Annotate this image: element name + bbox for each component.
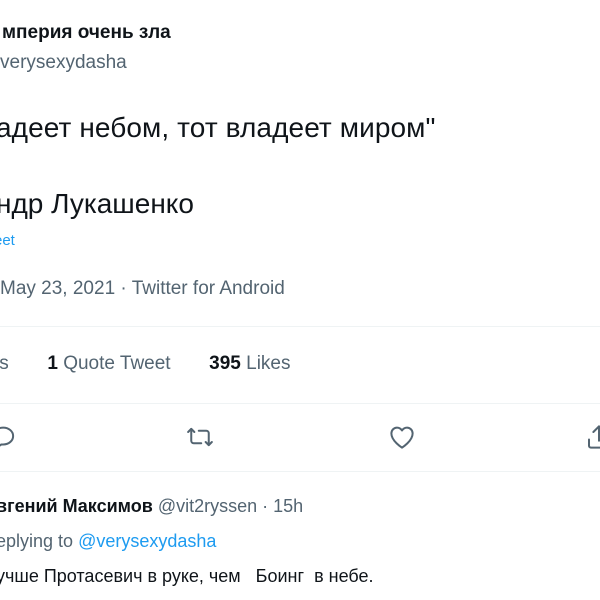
likes-label: Likes [246,353,291,374]
reply-author-handle[interactable]: @vit2ryssen [158,496,257,516]
reply-text: учше Протасевич в руке, чем Боинг в небе… [0,566,374,586]
tweet-timestamp-row: May 23, 2021 · Twitter for Android [0,278,285,300]
tweet-stats-row: ts 1 Quote Tweet 395 Likes [0,353,291,375]
reply-icon[interactable] [0,420,20,454]
meta-separator: · [120,278,127,299]
divider [0,403,600,404]
retweets-stat[interactable]: ts [0,353,9,374]
tweet-text-line: ндр Лукашенко [0,188,194,219]
quote-label: Quote Tweet [63,353,171,374]
reply-author-name[interactable]: вгений Максимов [0,496,153,516]
divider [0,471,600,472]
author-handle[interactable]: verysexydasha [0,52,127,74]
reply-separator: · [262,496,269,516]
quote-tweets-stat[interactable]: 1 Quote Tweet [47,353,170,374]
tweet-detail-view: мперия очень зла verysexydasha адеет неб… [0,0,600,600]
likes-count: 395 [209,353,241,374]
replying-to-mention[interactable]: @verysexydasha [78,531,216,551]
reply-time[interactable]: 15h [273,496,303,516]
divider [0,326,600,327]
tweet-source[interactable]: Twitter for Android [132,278,285,299]
translate-tweet-link[interactable]: eet [0,232,15,249]
quote-count: 1 [47,353,58,374]
replying-to: eplying to @verysexydasha [0,531,216,552]
tweet-text-line: адеет небом, тот владеет миром" [0,112,436,143]
retweet-icon[interactable] [183,420,217,454]
like-icon[interactable] [385,420,419,454]
replying-to-label: eplying to [0,531,74,551]
author-name[interactable]: мперия очень зла [2,22,171,44]
share-icon[interactable] [582,420,600,454]
likes-stat[interactable]: 395 Likes [209,353,290,374]
tweet-date[interactable]: May 23, 2021 [0,278,115,299]
reply-header: вгений Максимов @vit2ryssen · 15h [0,496,303,517]
